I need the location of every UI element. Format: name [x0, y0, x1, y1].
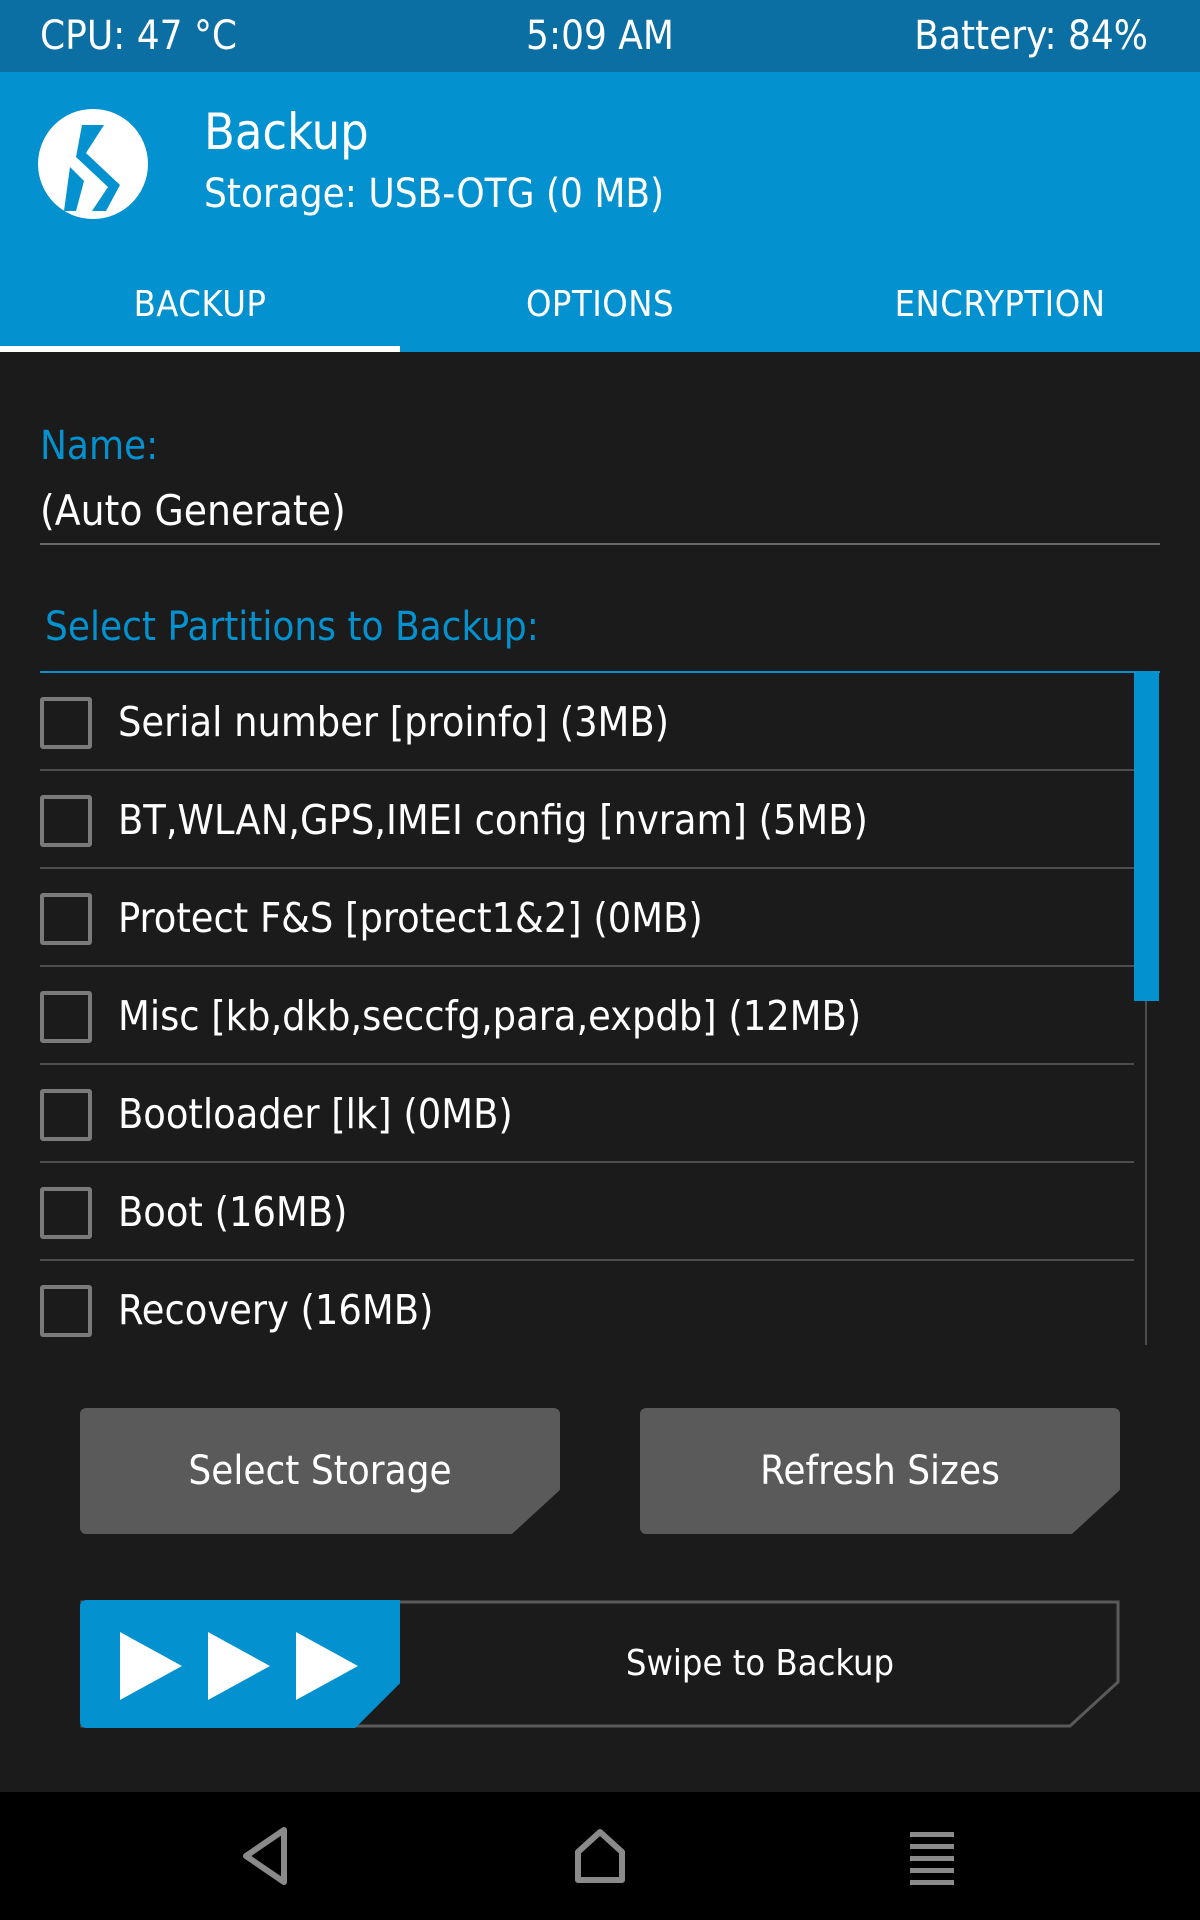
checkbox[interactable]: [40, 795, 92, 847]
twrp-logo-icon: [38, 109, 148, 219]
partition-item[interactable]: Boot (16MB): [40, 1163, 1134, 1261]
partition-label: BT,WLAN,GPS,IMEI config [nvram] (5MB): [118, 796, 868, 844]
partition-label: Protect F&S [protect1&2] (0MB): [118, 894, 703, 942]
name-label: Name:: [40, 423, 159, 469]
slider-handle[interactable]: [80, 1600, 400, 1728]
battery-level: Battery: 84%: [914, 13, 1148, 59]
home-icon[interactable]: [564, 1820, 636, 1892]
header: Backup Storage: USB-OTG (0 MB) BACKUP OP…: [0, 72, 1200, 352]
back-triangle-icon[interactable]: [230, 1820, 302, 1892]
partition-label: Misc [kb,dkb,seccfg,para,expdb] (12MB): [118, 992, 862, 1040]
triple-play-arrow-icon: [120, 1632, 358, 1700]
checkbox[interactable]: [40, 1089, 92, 1141]
checkbox[interactable]: [40, 697, 92, 749]
navigation-bar: [0, 1792, 1200, 1920]
partition-item[interactable]: Recovery (16MB): [40, 1261, 1134, 1345]
checkbox[interactable]: [40, 893, 92, 945]
refresh-sizes-button[interactable]: Refresh Sizes: [640, 1408, 1120, 1534]
partitions-label: Select Partitions to Backup:: [45, 604, 539, 650]
partition-label: Bootloader [lk] (0MB): [118, 1090, 513, 1138]
tab-options[interactable]: OPTIONS: [400, 278, 800, 352]
checkbox[interactable]: [40, 991, 92, 1043]
scrollbar-thumb[interactable]: [1134, 673, 1159, 1001]
swipe-to-backup-slider[interactable]: Swipe to Backup: [80, 1600, 1120, 1728]
partition-label: Recovery (16MB): [118, 1286, 434, 1334]
status-bar: CPU: 47 °C 5:09 AM Battery: 84%: [0, 0, 1200, 72]
active-tab-indicator: [0, 346, 400, 352]
partition-item[interactable]: Bootloader [lk] (0MB): [40, 1065, 1134, 1163]
page-title: Backup: [204, 103, 369, 161]
partition-list[interactable]: Serial number [proinfo] (3MB) BT,WLAN,GP…: [40, 673, 1134, 1345]
clock: 5:09 AM: [526, 13, 674, 59]
select-storage-button[interactable]: Select Storage: [80, 1408, 560, 1534]
partition-item[interactable]: BT,WLAN,GPS,IMEI config [nvram] (5MB): [40, 771, 1134, 869]
swipe-label: Swipe to Backup: [625, 1643, 895, 1684]
tab-encryption[interactable]: ENCRYPTION: [800, 278, 1200, 352]
checkbox[interactable]: [40, 1187, 92, 1239]
partition-item[interactable]: Protect F&S [protect1&2] (0MB): [40, 869, 1134, 967]
checkbox[interactable]: [40, 1285, 92, 1337]
tab-backup[interactable]: BACKUP: [0, 278, 400, 352]
menu-lines-icon[interactable]: [896, 1820, 968, 1892]
name-field-underline: [40, 543, 1160, 545]
storage-info: Storage: USB-OTG (0 MB): [204, 171, 665, 217]
partition-item[interactable]: Misc [kb,dkb,seccfg,para,expdb] (12MB): [40, 967, 1134, 1065]
partition-label: Boot (16MB): [118, 1188, 348, 1236]
partition-label: Serial number [proinfo] (3MB): [118, 698, 670, 746]
backup-name-field[interactable]: (Auto Generate): [40, 484, 346, 538]
partition-item[interactable]: Serial number [proinfo] (3MB): [40, 673, 1134, 771]
cpu-temperature: CPU: 47 °C: [40, 13, 238, 59]
